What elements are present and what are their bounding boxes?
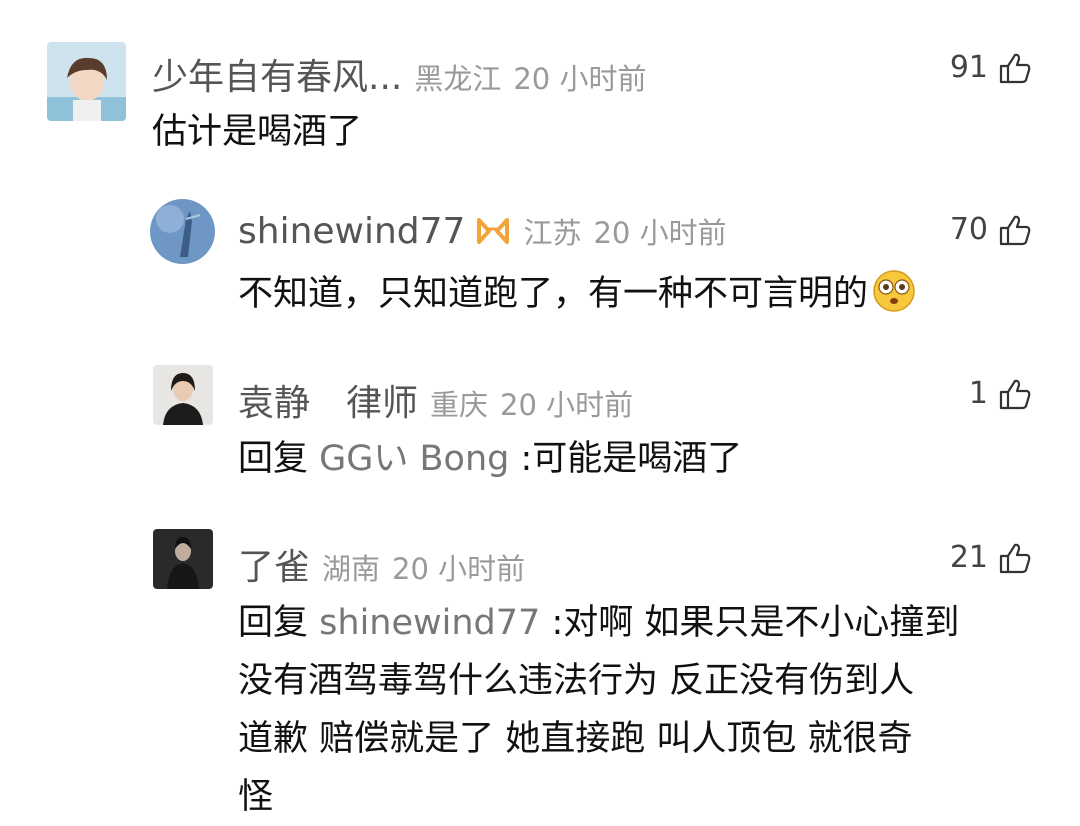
comment-body: 回复 GGい Bong :可能是喝酒了 — [238, 430, 742, 488]
reply-prefix: 回复 — [238, 603, 309, 643]
like-button[interactable]: 91 — [950, 50, 1032, 85]
avatar[interactable] — [153, 529, 213, 589]
timestamp: 20 小时前 — [392, 552, 526, 586]
thumbs-up-icon[interactable] — [998, 213, 1032, 247]
timestamp: 20 小时前 — [513, 62, 647, 96]
location: 黑龙江 — [414, 62, 502, 96]
thumbs-up-icon[interactable] — [998, 377, 1032, 411]
like-button[interactable]: 21 — [950, 540, 1032, 575]
avatar[interactable] — [153, 365, 213, 425]
username[interactable]: 袁静 律师 — [238, 374, 418, 426]
avatar[interactable] — [47, 42, 126, 121]
location: 重庆 — [430, 388, 489, 422]
like-button[interactable]: 1 — [969, 376, 1032, 411]
like-button[interactable]: 70 — [950, 212, 1032, 247]
like-count: 1 — [968, 376, 988, 411]
timestamp: 20 小时前 — [593, 216, 727, 250]
location: 江苏 — [523, 216, 582, 250]
username[interactable]: shinewind77 — [238, 211, 465, 252]
like-count: 91 — [949, 50, 988, 85]
flushed-face-emoji-icon — [873, 270, 915, 312]
comment-line: 怪 — [238, 777, 274, 817]
infinity-badge-icon — [477, 218, 510, 244]
like-count: 21 — [949, 540, 988, 575]
comment-body: 不知道，只知道跑了，有一种不可言明的 — [238, 265, 916, 323]
comment-line: 道歉 赔偿就是了 她直接跑 叫人顶包 就很奇 — [238, 719, 913, 759]
thumbs-up-icon[interactable] — [998, 541, 1032, 575]
comment-line: 没有酒驾毒驾什么违法行为 反正没有伤到人 — [238, 661, 915, 701]
reply-prefix: 回复 — [238, 439, 309, 479]
comment-text: :对啊 如果只是不小心撞到 — [551, 603, 960, 643]
username[interactable]: 了雀 — [238, 538, 310, 590]
comment-text: 不知道，只知道跑了，有一种不可言明的 — [238, 274, 869, 314]
avatar[interactable] — [150, 199, 215, 264]
username[interactable]: 少年自有春风... — [152, 48, 402, 100]
comment-text: 估计是喝酒了 — [152, 112, 363, 152]
comment-line: 回复 shinewind77 :对啊 如果只是不小心撞到 — [238, 594, 1038, 652]
location: 湖南 — [322, 552, 381, 586]
comment-text: :可能是喝酒了 — [520, 439, 743, 479]
thumbs-up-icon[interactable] — [998, 51, 1032, 85]
like-count: 70 — [949, 212, 988, 247]
reply-target-username[interactable]: shinewind77 — [319, 603, 540, 643]
timestamp: 20 小时前 — [500, 388, 634, 422]
comment-body: 回复 shinewind77 :对啊 如果只是不小心撞到 没有酒驾毒驾什么违法行… — [238, 594, 1038, 826]
reply-target-username[interactable]: GGい Bong — [319, 439, 509, 479]
